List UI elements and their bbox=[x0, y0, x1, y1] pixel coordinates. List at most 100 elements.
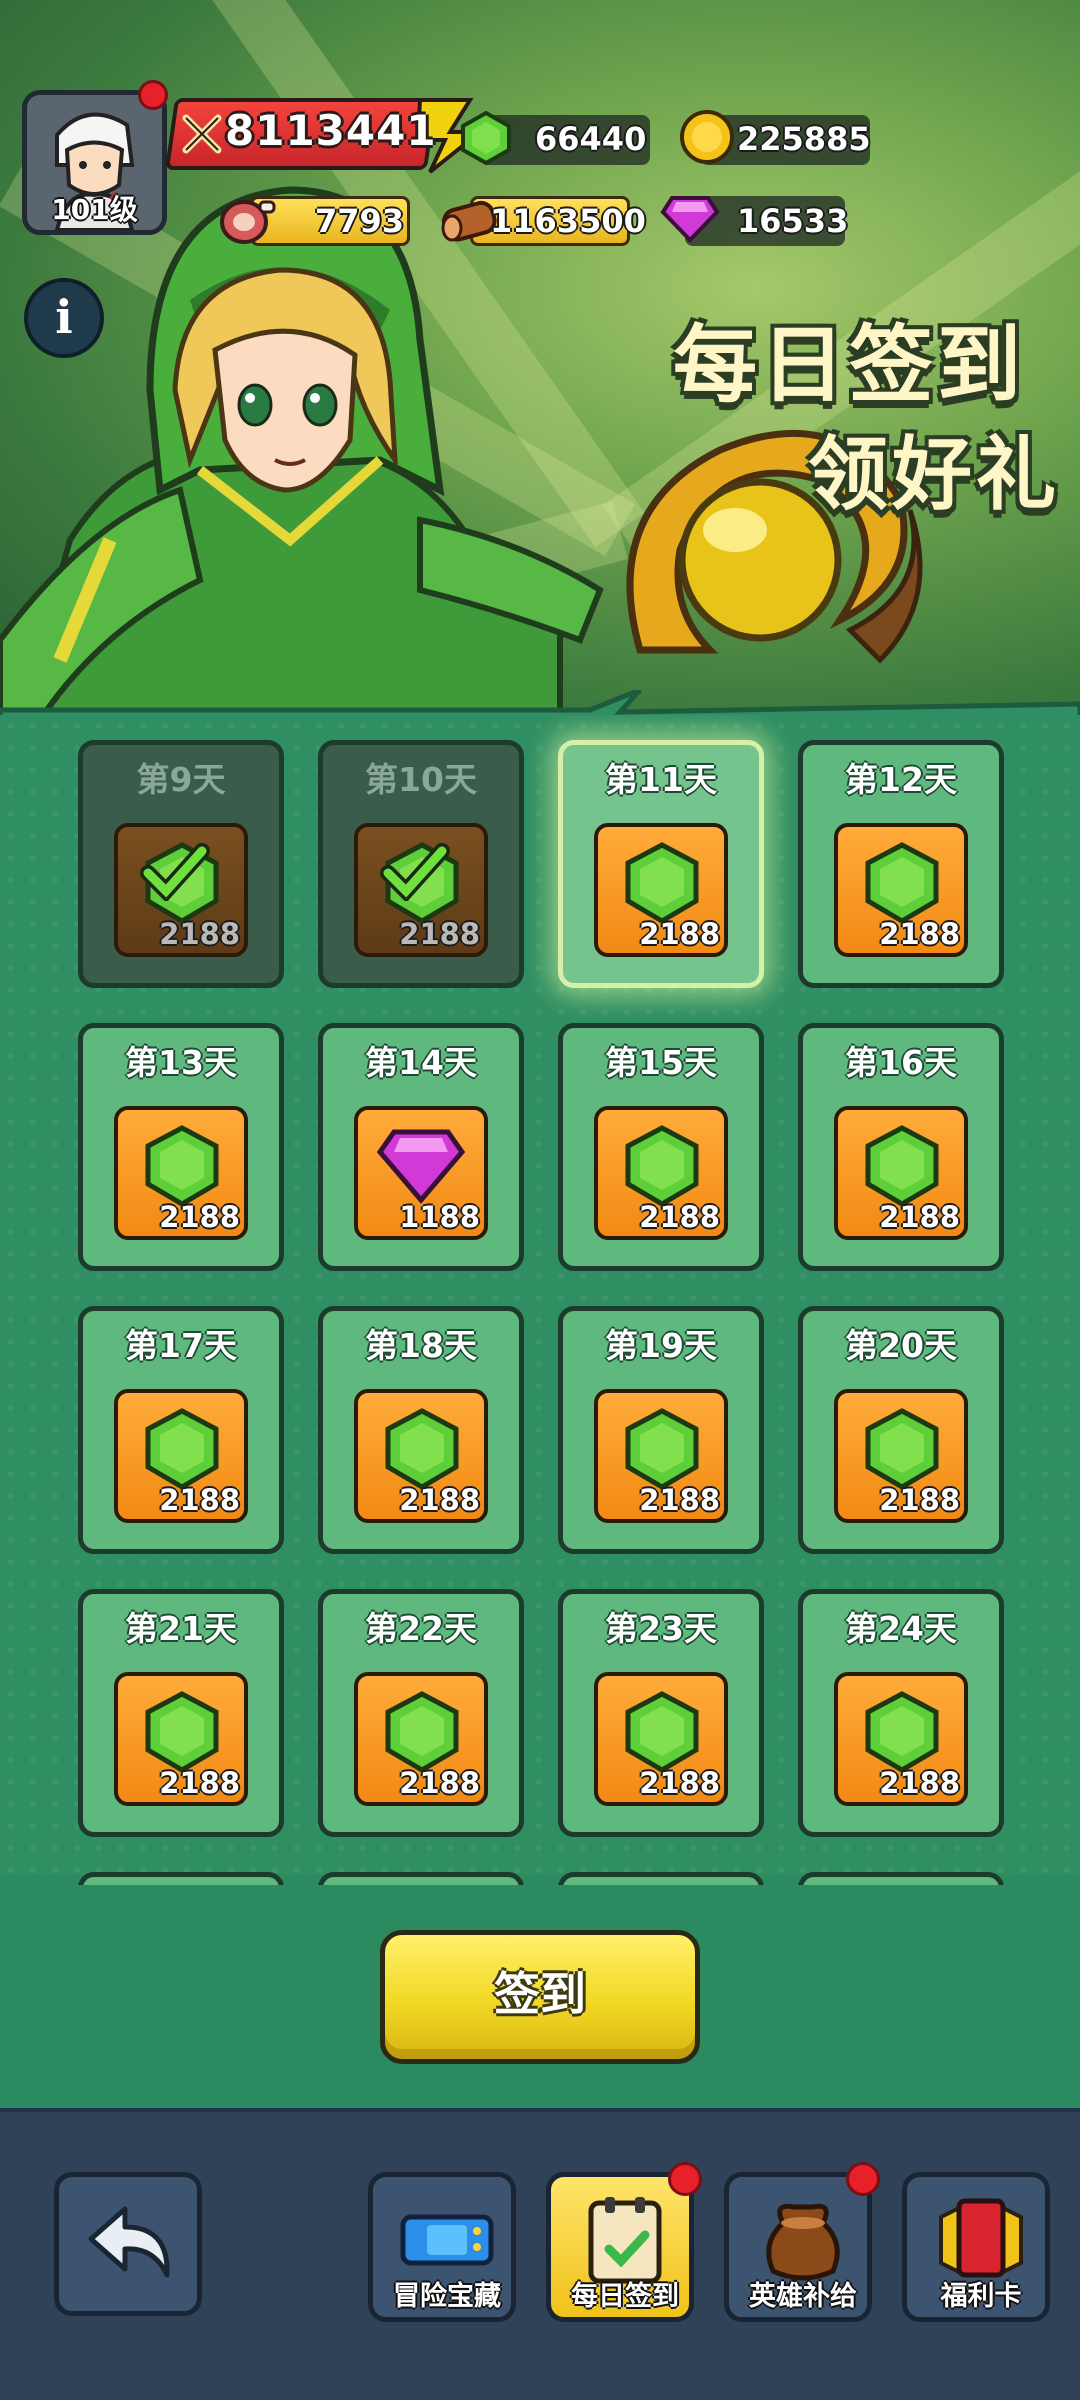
day-reward-card[interactable]: 第19天 2188 bbox=[558, 1306, 764, 1554]
gold-coin-icon bbox=[680, 110, 734, 164]
daily-signin-badge bbox=[668, 2162, 702, 2196]
green-gem-icon bbox=[865, 1691, 939, 1773]
day-reward-card-partial bbox=[798, 1872, 1004, 1885]
day-label: 第12天 bbox=[845, 760, 957, 799]
combat-power-value: 8113441 bbox=[225, 106, 437, 155]
welfare-card-icon bbox=[939, 2198, 1023, 2278]
day-label: 第10天 bbox=[365, 760, 477, 799]
info-button[interactable]: i bbox=[24, 278, 104, 358]
green-gem-icon bbox=[865, 1125, 939, 1207]
reward-count: 2188 bbox=[159, 1200, 240, 1234]
day-reward-card[interactable]: 第10天 2188 bbox=[318, 740, 524, 988]
day-reward-card-partial bbox=[318, 1872, 524, 1885]
day-label: 第21天 bbox=[125, 1609, 237, 1648]
day-label: 第13天 bbox=[125, 1043, 237, 1082]
reward-tile: 2188 bbox=[354, 1672, 488, 1806]
day-reward-card[interactable]: 第23天 2188 bbox=[558, 1589, 764, 1837]
reward-grid-scroll[interactable]: 第9天 2188 第10天 2188 第11天 2188 第12天 2188 第13天 2188 第… bbox=[0, 715, 1080, 1885]
reward-tile: 2188 bbox=[594, 1106, 728, 1240]
day-reward-card[interactable]: 第9天 2188 bbox=[78, 740, 284, 988]
reward-tile: 2188 bbox=[114, 1672, 248, 1806]
day-reward-card-partial bbox=[558, 1872, 764, 1885]
day-label: 第14天 bbox=[365, 1043, 477, 1082]
green-gem-icon bbox=[145, 1691, 219, 1773]
day-label: 第15天 bbox=[605, 1043, 717, 1082]
purple-diamond-icon bbox=[376, 1129, 466, 1204]
green-gem-icon bbox=[625, 1408, 699, 1490]
reward-count: 2188 bbox=[639, 1766, 720, 1800]
avatar-notification-badge bbox=[138, 80, 168, 110]
day-reward-card[interactable]: 第16天 2188 bbox=[798, 1023, 1004, 1271]
reward-count: 2188 bbox=[399, 1483, 480, 1517]
day-label: 第16天 bbox=[845, 1043, 957, 1082]
checkmark-icon bbox=[380, 843, 450, 901]
green-gem-value: 66440 bbox=[535, 120, 647, 158]
nav-welfare-card[interactable]: 福利卡 bbox=[902, 2172, 1050, 2322]
reward-count: 2188 bbox=[639, 1483, 720, 1517]
day-reward-card[interactable]: 第24天 2188 bbox=[798, 1589, 1004, 1837]
checklist-icon bbox=[588, 2197, 662, 2284]
green-gem-icon bbox=[865, 842, 939, 924]
green-gem-icon bbox=[385, 1691, 459, 1773]
day-reward-card[interactable]: 第22天 2188 bbox=[318, 1589, 524, 1837]
sign-in-button[interactable]: 签到 bbox=[380, 1930, 700, 2064]
day-reward-card[interactable]: 第13天 2188 bbox=[78, 1023, 284, 1271]
reward-tile: 2188 bbox=[594, 1672, 728, 1806]
day-reward-card[interactable]: 第12天 2188 bbox=[798, 740, 1004, 988]
day-reward-card[interactable]: 第11天 2188 bbox=[558, 740, 764, 988]
hero-supply-badge bbox=[846, 2162, 880, 2196]
green-gem-icon bbox=[461, 110, 511, 166]
reward-tile: 2188 bbox=[354, 823, 488, 957]
player-avatar[interactable]: 101级 bbox=[22, 90, 167, 235]
reward-tile: 2188 bbox=[114, 823, 248, 957]
reward-tile: 2188 bbox=[594, 823, 728, 957]
day-reward-card[interactable]: 第15天 2188 bbox=[558, 1023, 764, 1271]
reward-tile: 2188 bbox=[594, 1389, 728, 1523]
day-label: 第19天 bbox=[605, 1326, 717, 1365]
day-reward-card[interactable]: 第18天 2188 bbox=[318, 1306, 524, 1554]
reward-tile: 2188 bbox=[114, 1389, 248, 1523]
day-label: 第20天 bbox=[845, 1326, 957, 1365]
reward-count: 2188 bbox=[639, 917, 720, 951]
ticket-icon bbox=[400, 2214, 494, 2266]
green-gem-icon bbox=[145, 1408, 219, 1490]
reward-tile: 2188 bbox=[834, 823, 968, 957]
reward-tile: 1188 bbox=[354, 1106, 488, 1240]
nav-welfare-card-label: 福利卡 bbox=[940, 2281, 1022, 2312]
green-gem-icon bbox=[625, 1125, 699, 1207]
reward-count: 2188 bbox=[159, 1483, 240, 1517]
reward-count: 2188 bbox=[399, 917, 480, 951]
nav-adventure-treasure-label: 冒险宝藏 bbox=[393, 2281, 501, 2312]
reward-count: 2188 bbox=[879, 917, 960, 951]
banner-title-line1: 每日签到 bbox=[672, 316, 1025, 414]
day-label: 第24天 bbox=[845, 1609, 957, 1648]
reward-count: 2188 bbox=[159, 917, 240, 951]
back-button[interactable] bbox=[54, 2172, 202, 2316]
back-arrow-icon bbox=[88, 2206, 170, 2278]
day-reward-card-partial bbox=[78, 1872, 284, 1885]
banner-title-line2: 领好礼 bbox=[808, 428, 1060, 521]
nav-hero-supply-label: 英雄补给 bbox=[749, 2281, 857, 2312]
nav-daily-signin[interactable]: 每日签到 bbox=[546, 2172, 694, 2322]
reward-tile: 2188 bbox=[834, 1106, 968, 1240]
gold-value: 225885 bbox=[737, 120, 871, 158]
day-reward-card[interactable]: 第21天 2188 bbox=[78, 1589, 284, 1837]
reward-count: 1188 bbox=[399, 1200, 480, 1234]
green-gem-icon bbox=[625, 842, 699, 924]
day-label: 第9天 bbox=[136, 760, 226, 799]
nav-adventure-treasure[interactable]: 冒险宝藏 bbox=[368, 2172, 516, 2322]
nav-hero-supply[interactable]: 英雄补给 bbox=[724, 2172, 872, 2322]
nav-daily-signin-label: 每日签到 bbox=[571, 2281, 679, 2312]
supply-bag-icon bbox=[766, 2203, 840, 2281]
green-gem-icon bbox=[145, 1125, 219, 1207]
reward-tile: 2188 bbox=[834, 1672, 968, 1806]
checkmark-icon bbox=[140, 843, 210, 901]
reward-count: 2188 bbox=[639, 1200, 720, 1234]
day-reward-card[interactable]: 第17天 2188 bbox=[78, 1306, 284, 1554]
day-reward-card[interactable]: 第20天 2188 bbox=[798, 1306, 1004, 1554]
green-gem-icon bbox=[625, 1691, 699, 1773]
day-reward-card[interactable]: 第14天 1188 bbox=[318, 1023, 524, 1271]
info-icon: i bbox=[55, 290, 73, 344]
day-label: 第17天 bbox=[125, 1326, 237, 1365]
day-label: 第18天 bbox=[365, 1326, 477, 1365]
